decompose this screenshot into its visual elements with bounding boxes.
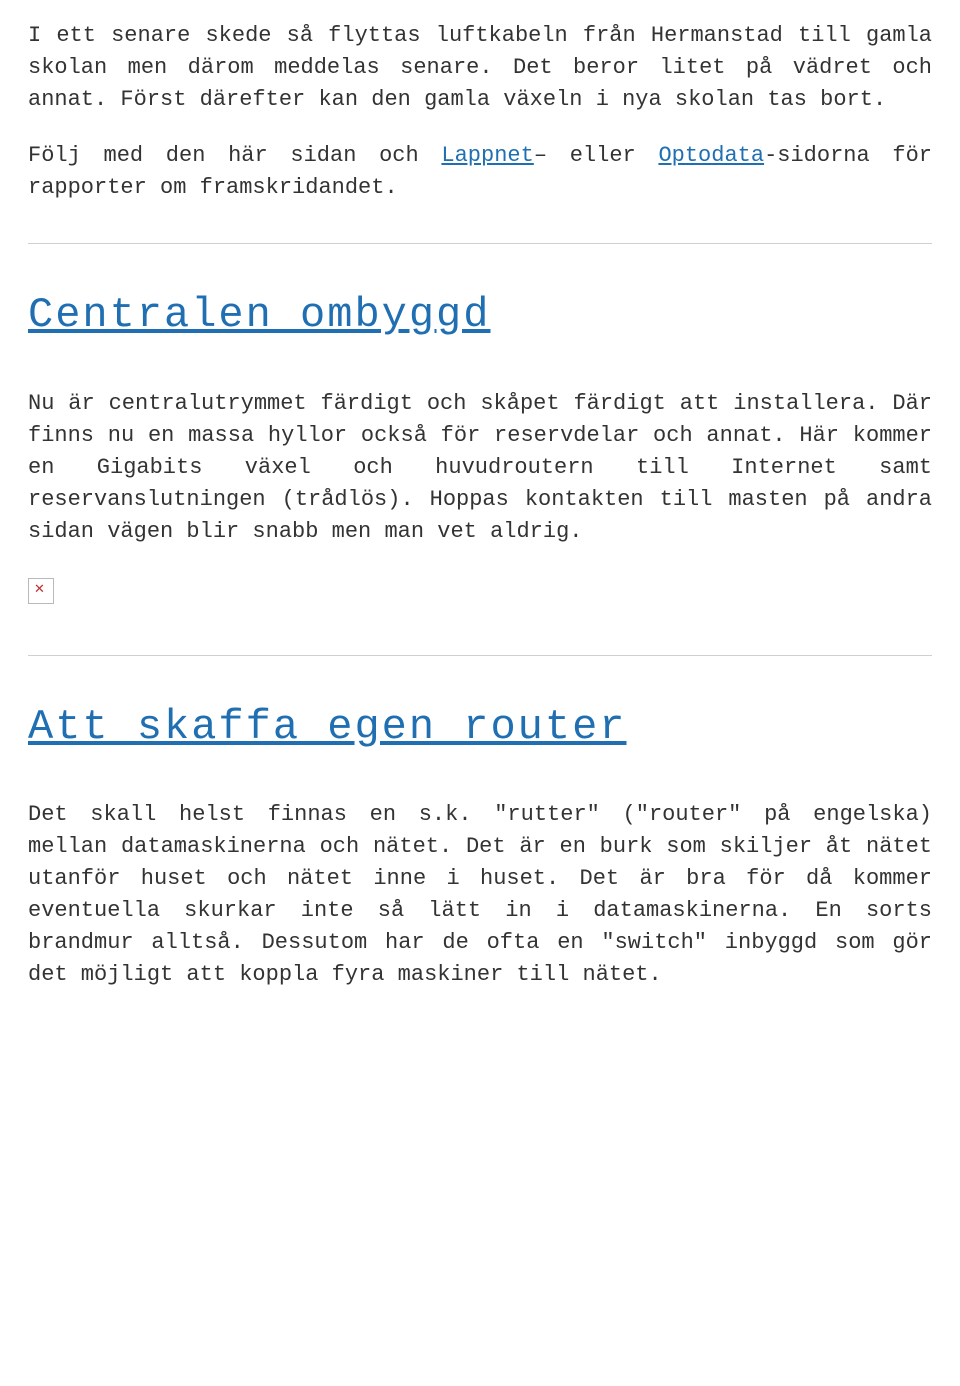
intro-paragraph-1: I ett senare skede så flyttas luftkabeln… [28, 20, 932, 116]
intro-p2-text-a: Följ med den här sidan och [28, 143, 441, 168]
post-title-router: Att skaffa egen router [28, 696, 932, 760]
optodata-link[interactable]: Optodata [658, 143, 764, 168]
broken-image-icon [28, 578, 54, 604]
post1-body: Nu är centralutrymmet färdigt och skåpet… [28, 388, 932, 547]
post-title-centralen: Centralen ombyggd [28, 284, 932, 348]
intro-paragraph-2: Följ med den här sidan och Lappnet– elle… [28, 140, 932, 204]
lappnet-link[interactable]: Lappnet [441, 143, 533, 168]
separator-2 [28, 655, 932, 656]
post-title-link-centralen[interactable]: Centralen ombyggd [28, 291, 490, 339]
separator-1 [28, 243, 932, 244]
intro-p2-text-b: – eller [534, 143, 659, 168]
post2-body: Det skall helst finnas en s.k. "rutter" … [28, 799, 932, 990]
post-title-link-router[interactable]: Att skaffa egen router [28, 703, 627, 751]
